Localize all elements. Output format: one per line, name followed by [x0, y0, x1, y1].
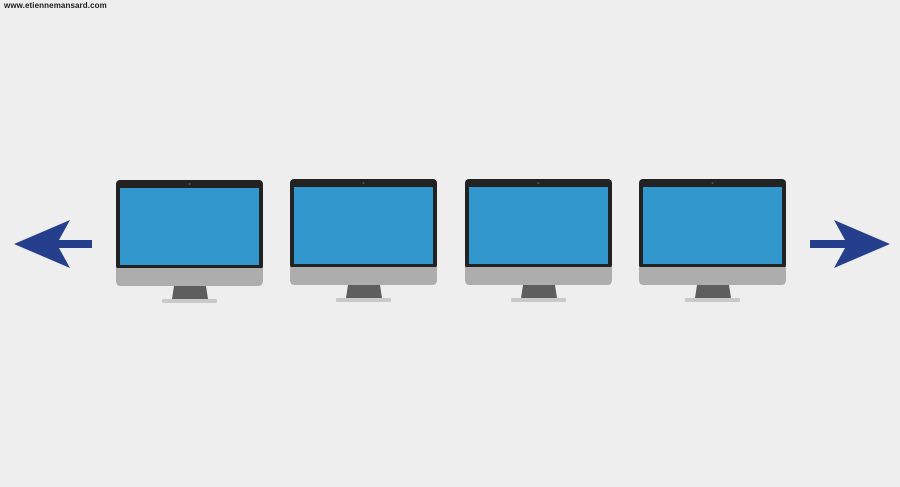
monitor-base — [511, 298, 566, 302]
monitor-screen — [294, 187, 433, 264]
monitor-chin — [639, 267, 786, 285]
arrow-left-button[interactable] — [12, 218, 94, 270]
camera-dot — [711, 182, 714, 184]
monitor-screen — [120, 188, 259, 265]
monitor-3 — [465, 179, 613, 307]
camera-dot — [537, 182, 540, 184]
arrow-right-icon — [810, 220, 890, 268]
monitor-chin — [290, 267, 437, 285]
camera-dot — [362, 182, 365, 184]
monitor-chin — [465, 267, 612, 285]
monitor-stand — [172, 286, 208, 299]
monitor-chin — [116, 268, 263, 286]
monitor-stand — [521, 285, 557, 298]
watermark-text: www.etiennemansard.com — [4, 1, 107, 10]
monitor-screen — [643, 187, 782, 264]
monitor-stand — [346, 285, 382, 298]
monitor-base — [336, 298, 391, 302]
monitor-base — [162, 299, 217, 303]
monitor-stand — [695, 285, 731, 298]
monitor-screen — [469, 187, 608, 264]
camera-dot — [188, 183, 191, 185]
monitor-base — [685, 298, 740, 302]
monitor-1 — [116, 180, 264, 308]
monitor-4 — [639, 179, 787, 307]
arrow-left-icon — [14, 220, 92, 268]
monitor-2 — [290, 179, 438, 307]
arrow-right-button[interactable] — [808, 218, 892, 270]
